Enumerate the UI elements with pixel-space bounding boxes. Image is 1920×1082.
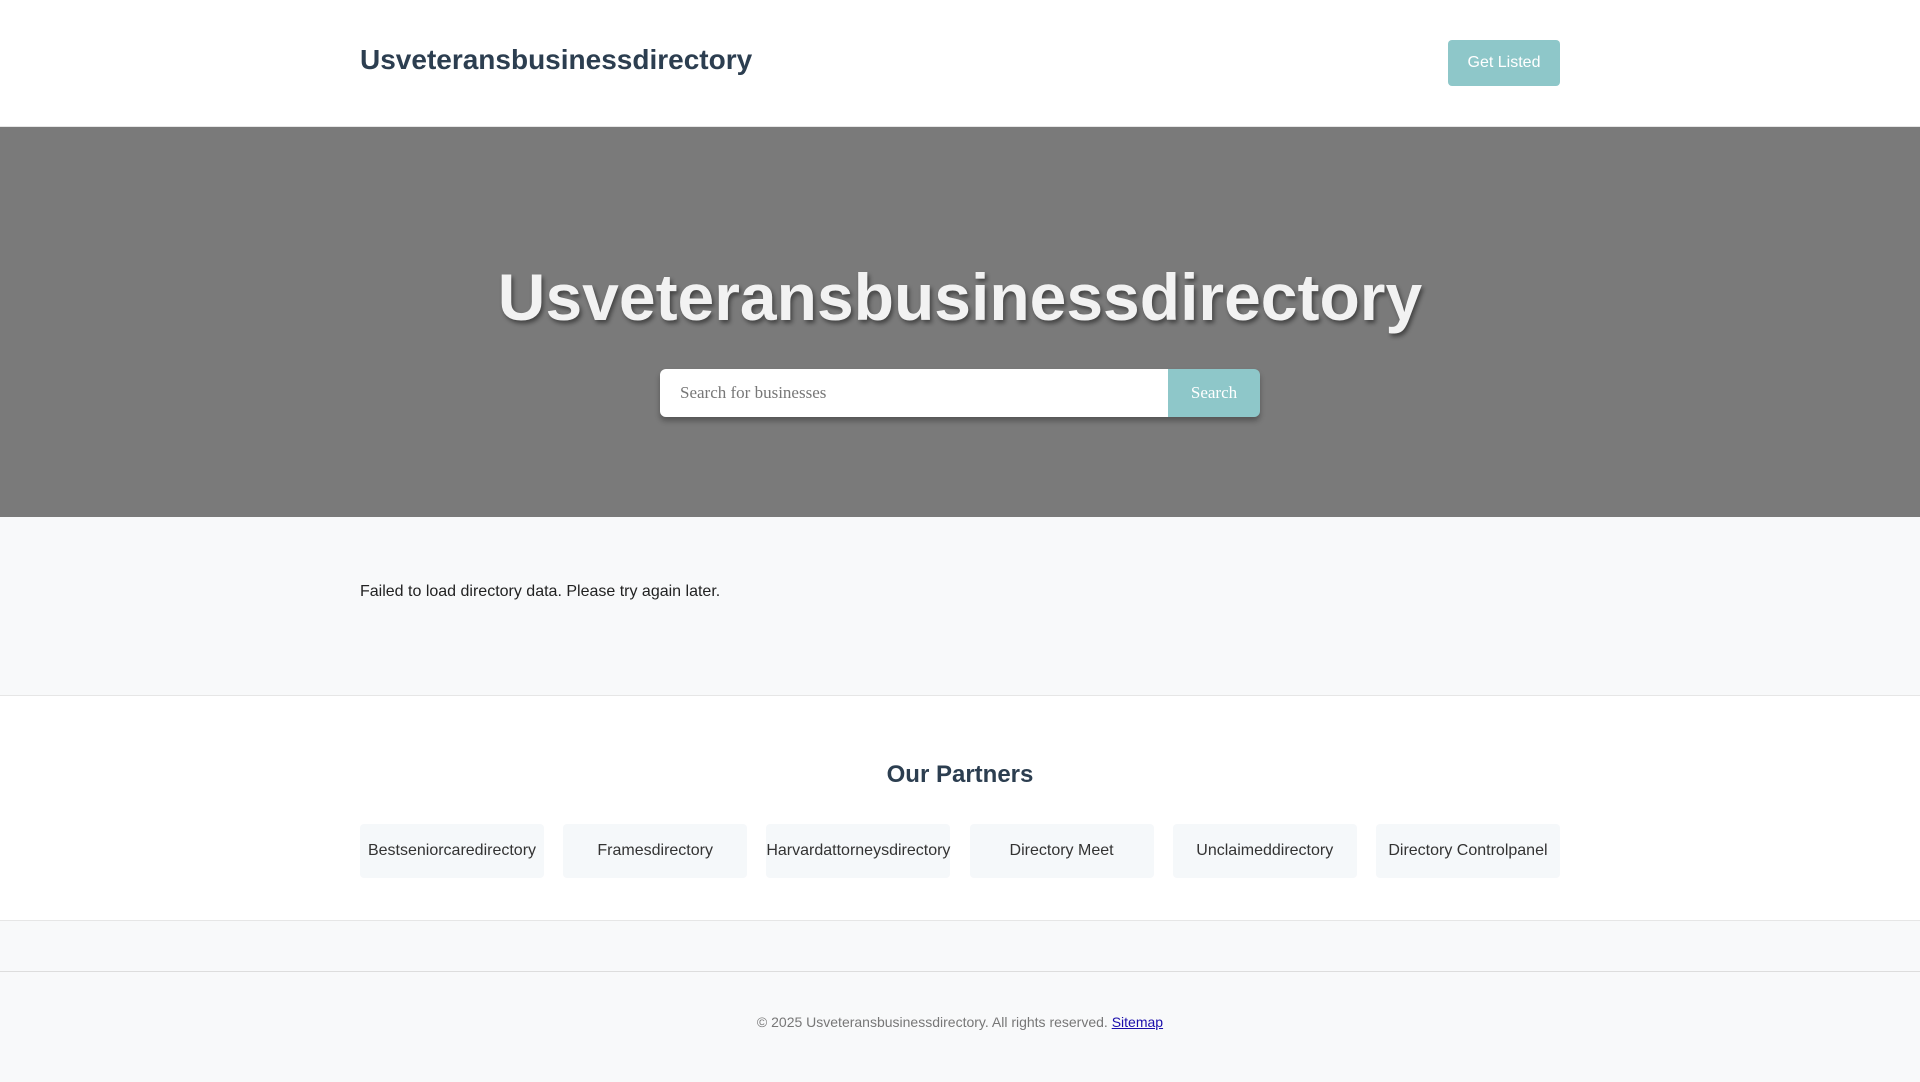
sitemap-link[interactable]: Sitemap (1112, 1014, 1163, 1030)
partner-link[interactable]: Directory Meet (969, 824, 1154, 878)
message-section: Failed to load directory data. Please tr… (0, 517, 1920, 696)
message-container: Failed to load directory data. Please tr… (360, 517, 1560, 695)
search-button[interactable]: Search (1168, 369, 1260, 417)
site-footer: © 2025 Usveteransbusinessdirectory. All … (0, 972, 1920, 1082)
partner-link[interactable]: Framesdirectory (563, 824, 748, 878)
partner-link[interactable]: Directory Controlpanel (1375, 824, 1560, 878)
header-container: Usveteransbusinessdirectory Get Listed (360, 0, 1560, 126)
hero-section: Usveteransbusinessdirectory Search (0, 127, 1920, 517)
partner-link[interactable]: Unclaimeddirectory (1172, 824, 1357, 878)
hero-title: Usveteransbusinessdirectory (497, 260, 1423, 334)
partners-title: Our Partners (886, 761, 1034, 788)
error-message: Failed to load directory data. Please tr… (360, 583, 721, 600)
get-listed-button[interactable]: Get Listed (1448, 40, 1560, 86)
copyright-text: © 2025 Usveteransbusinessdirectory. All … (756, 1014, 1108, 1030)
partners-section: Our Partners Bestseniorcaredirectory Fra… (0, 696, 1920, 921)
search-form: Search (660, 369, 1260, 417)
site-header: Usveteransbusinessdirectory Get Listed (0, 0, 1920, 127)
spacer-band (0, 921, 1920, 972)
partner-list: Bestseniorcaredirectory Framesdirectory … (360, 824, 1560, 878)
footer-text: © 2025 Usveteransbusinessdirectory. All … (0, 1014, 1920, 1030)
site-title[interactable]: Usveteransbusinessdirectory (360, 44, 752, 76)
partner-link[interactable]: Bestseniorcaredirectory (360, 824, 544, 878)
search-input[interactable] (660, 369, 1168, 417)
partners-container: Our Partners Bestseniorcaredirectory Fra… (360, 696, 1560, 920)
partner-link[interactable]: Harvardattorneysdirectory (766, 824, 950, 878)
